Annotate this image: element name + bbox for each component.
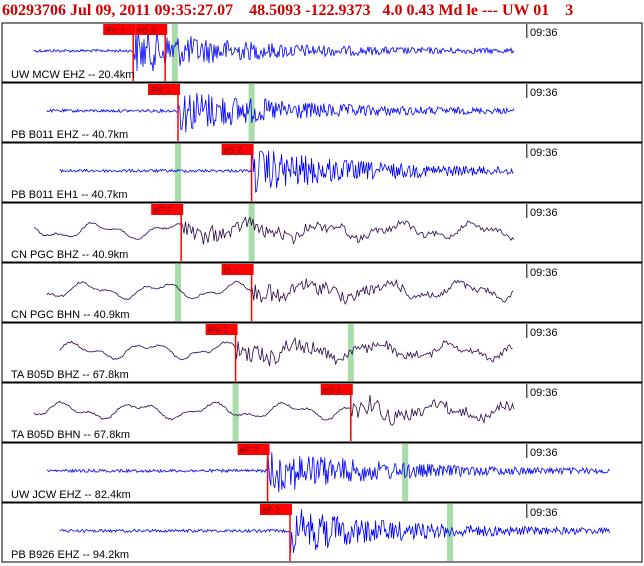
trace-panel: eP 2 09:36 CN PGC BHZ -- 40.9km bbox=[1, 202, 643, 263]
pick-label: eP 2 bbox=[240, 445, 258, 455]
time-label: 09:36 bbox=[530, 327, 558, 339]
event-header-text: 60293706 Jul 09, 2011 09:35:27.07 48.509… bbox=[2, 2, 574, 19]
seismogram-traces: iPc 1 eS 2 09:36 UW MCW EHZ -- 20.4km iPd 1 0… bbox=[1, 22, 643, 563]
phase-marker bbox=[175, 264, 181, 321]
pick-label: eP 2 bbox=[153, 205, 171, 215]
trace-panel: iPd 1 09:36 PB B011 EHZ -- 40.7km bbox=[1, 82, 643, 143]
trace-panel: eS 2 09:36 TA B05D BHN -- 67.8km bbox=[1, 382, 643, 443]
station-label: PB B011 EHZ -- 40.7km bbox=[11, 129, 128, 141]
phase-marker bbox=[175, 144, 181, 201]
time-label: 09:36 bbox=[530, 207, 558, 219]
trace-panel: iPc 1 eS 2 09:36 UW MCW EHZ -- 20.4km bbox=[1, 22, 643, 83]
pick-label: eS 2 bbox=[224, 145, 243, 155]
time-label: 09:36 bbox=[530, 507, 558, 519]
trace-panel: eP 2 09:36 UW JCW EHZ -- 82.4km bbox=[1, 442, 643, 503]
pick-label: iS 1 bbox=[224, 265, 240, 275]
phase-marker bbox=[232, 384, 239, 441]
station-label: CN PGC BHZ -- 40.9km bbox=[11, 249, 128, 261]
time-label: 09:36 bbox=[530, 387, 558, 399]
time-label: 09:36 bbox=[530, 87, 558, 99]
pick-label: iPc 1 bbox=[105, 25, 125, 35]
station-label: TA B05D BHZ -- 67.8km bbox=[11, 369, 129, 381]
pick-label: eS 2 bbox=[323, 385, 342, 395]
phase-marker bbox=[248, 204, 255, 261]
station-label: PB B926 EHZ -- 94.2km bbox=[11, 549, 129, 561]
trace-panel: eP 2 09:36 PB B926 EHZ -- 94.2km bbox=[1, 502, 643, 563]
pick-label: iPd 1 bbox=[150, 85, 171, 95]
pick-label: eP 2 bbox=[262, 505, 280, 515]
trace-panel: eS 2 09:36 PB B011 EH1 -- 40.7km bbox=[1, 142, 643, 203]
pick-label: eS 2 bbox=[137, 25, 156, 35]
time-label: 09:36 bbox=[530, 147, 558, 159]
event-header: 60293706 Jul 09, 2011 09:35:27.07 48.509… bbox=[0, 0, 644, 22]
station-label: PB B011 EH1 -- 40.7km bbox=[11, 189, 128, 201]
time-label: 09:36 bbox=[530, 447, 558, 459]
station-label: UW JCW EHZ -- 82.4km bbox=[11, 489, 131, 501]
station-label: CN PGC BHN -- 40.9km bbox=[11, 309, 130, 321]
phase-marker bbox=[447, 504, 453, 561]
time-label: 09:36 bbox=[530, 267, 558, 279]
station-label: TA B05D BHN -- 67.8km bbox=[11, 429, 130, 441]
trace-panel: iPd 1 09:36 TA B05D BHZ -- 67.8km bbox=[1, 322, 643, 383]
station-label: UW MCW EHZ -- 20.4km bbox=[11, 69, 134, 81]
pick-label: iPd 1 bbox=[208, 325, 229, 335]
trace-panel: iS 1 09:36 CN PGC BHN -- 40.9km bbox=[1, 262, 643, 323]
time-label: 09:36 bbox=[530, 27, 558, 39]
